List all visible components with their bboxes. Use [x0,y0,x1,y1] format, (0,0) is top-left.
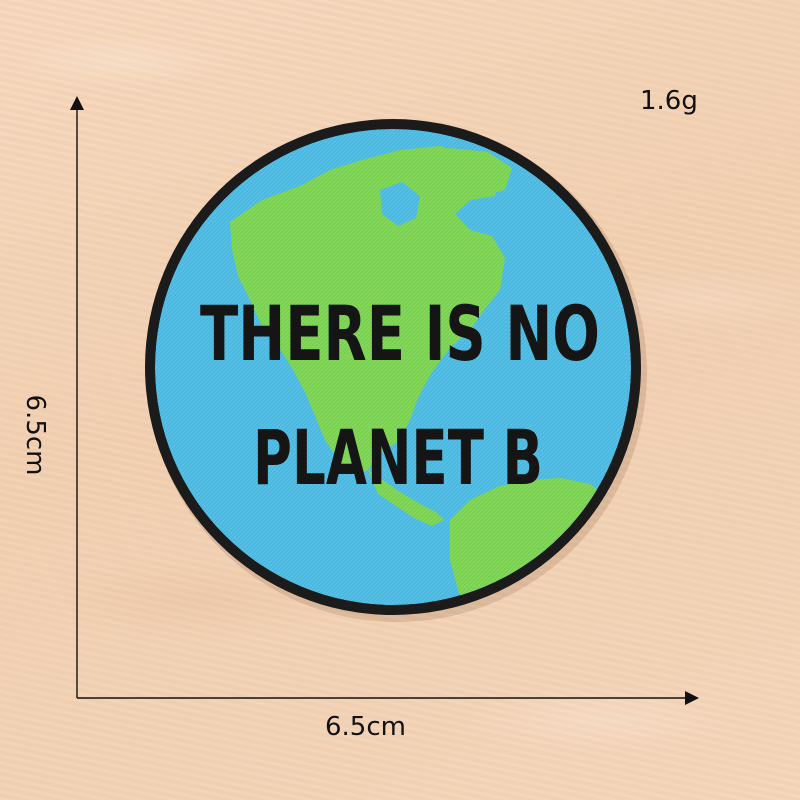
width-label: 6.5cm [325,712,406,742]
patch-text-line-1: THERE IS NO [200,289,600,378]
arrow-right-icon [685,691,699,705]
height-label: 6.5cm [20,394,50,476]
arrow-up-icon [70,96,84,110]
illustration: THERE IS NO PLANET B [70,96,699,705]
product-photo: THERE IS NO PLANET B 1.6g 6.5cm 6.5cm [0,0,800,800]
globe [155,129,631,605]
patch-text-line-2: PLANET B [253,413,543,502]
weight-label: 1.6g [640,86,698,116]
